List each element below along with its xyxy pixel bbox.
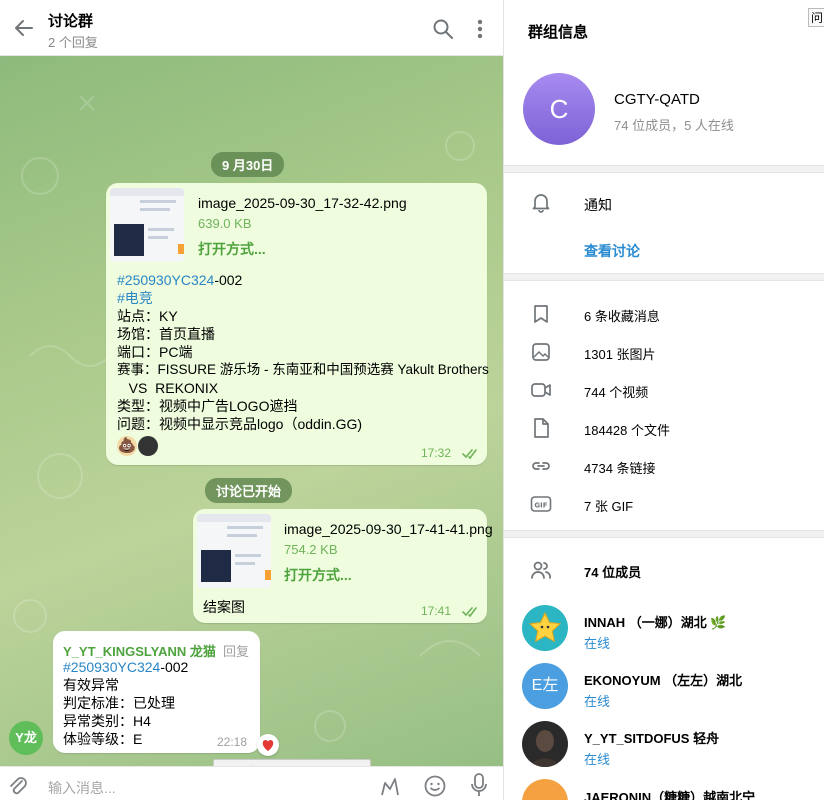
microphone-icon[interactable] [469, 772, 489, 798]
message-bubble-1[interactable]: image_2025-09-30_17-32-42.png 639.0 KB 打… [106, 183, 489, 465]
photo-icon [532, 343, 550, 361]
message-line: 体验等级：E [63, 731, 143, 747]
group-name: CGTY-QATD [614, 91, 700, 108]
chat-header: 讨论群 2 个回复 [0, 0, 503, 56]
members-icon [531, 561, 551, 579]
chat-subtitle: 2 个回复 [48, 35, 98, 50]
message-line: 问题：视频中显示竞品logo（oddin.GG) [117, 416, 363, 432]
message-line: VS REKONIX [117, 380, 219, 396]
video-icon [531, 383, 551, 397]
reaction-emoji[interactable]: 💩 [117, 436, 137, 456]
file-icon [534, 418, 549, 438]
member-status: 在线 [584, 694, 611, 709]
member-avatar-photo[interactable] [522, 721, 568, 767]
search-icon[interactable] [432, 18, 454, 40]
notifications-toggle[interactable]: 通知 [584, 195, 612, 215]
message-time: 17:41 [421, 604, 452, 618]
bot-command-icon[interactable] [378, 773, 402, 799]
member-name[interactable]: INNAH （一娜）湖北 🌿 [584, 612, 727, 631]
hashtag-link[interactable]: #250930YC324 [63, 659, 160, 675]
member-status: 在线 [584, 636, 611, 651]
read-ticks-icon [462, 449, 477, 460]
members-count-label: 74 位成员 [584, 565, 642, 580]
section-divider [504, 165, 824, 173]
photos-row[interactable]: 1301 张图片 [584, 344, 656, 363]
message-line: 类型：视频中广告LOGO遮挡 [117, 398, 298, 414]
link-icon [532, 462, 550, 470]
member-avatar[interactable]: E左 [522, 663, 568, 709]
group-info-pane: 群组信息 问 C CGTY-QATD 74 位成员，5 人在线 通知 查看讨论 … [503, 0, 824, 800]
chat-pane: 讨论群 2 个回复 9 月30日 image_2025-09-30_17-32-… [0, 0, 503, 800]
more-vertical-icon[interactable] [470, 17, 490, 41]
bookmark-icon [534, 305, 548, 323]
message-line: 端口：PC端 [117, 344, 193, 360]
file-name: image_2025-09-30_17-41-41.png [284, 521, 493, 537]
message-line: 赛事：FISSURE 游乐场 - 东南亚和中国预选赛 Yakult Brothe… [117, 362, 489, 377]
reply-label[interactable]: 回复 [223, 641, 249, 660]
emoji-icon[interactable] [423, 774, 447, 798]
discussion-started-pill: 讨论已开始 [205, 478, 293, 503]
member-avatar[interactable] [522, 779, 568, 800]
sender-avatar[interactable]: Y龙 [9, 721, 43, 755]
person-photo-icon [528, 730, 562, 767]
videos-row[interactable]: 744 个视频 [584, 382, 648, 401]
message-line: 异常类别：H4 [63, 713, 151, 729]
message-line: 场馆：首页直播 [117, 326, 215, 342]
paperclip-icon[interactable] [8, 775, 28, 797]
file-name: image_2025-09-30_17-32-42.png [198, 195, 407, 211]
bell-icon [532, 194, 550, 213]
section-divider [504, 530, 824, 538]
corner-tooltip: 问 [808, 8, 824, 27]
chat-title: 讨论群 [48, 13, 94, 30]
back-arrow-icon[interactable] [12, 16, 36, 40]
tag-suffix: -002 [160, 659, 189, 675]
member-name[interactable]: EKONOYUM （左左）湖北 [584, 670, 742, 689]
message-bubble-3[interactable]: Y_YT_KINGSLYANN 龙猫 回复 #250930YC324-002 有… [53, 631, 260, 753]
message-bubble-2[interactable]: image_2025-09-30_17-41-41.png 754.2 KB 打… [193, 509, 493, 623]
gif-icon: GIF [530, 496, 552, 512]
file-size: 639.0 KB [198, 216, 252, 231]
message-time: 22:18 [217, 735, 248, 749]
svg-text:GIF: GIF [534, 502, 547, 510]
member-name[interactable]: JAERONIN（糖糖）越南北宁 [584, 787, 755, 800]
message-time: 17:32 [421, 446, 452, 460]
reactor-avatar [138, 436, 158, 456]
hashtag-link[interactable]: #250930YC324 [117, 272, 214, 288]
view-discussion-link[interactable]: 查看讨论 [584, 241, 640, 261]
message-input[interactable]: 输入消息... [48, 778, 116, 798]
star-icon [528, 611, 562, 643]
open-with-link[interactable]: 打开方式... [198, 239, 266, 259]
group-member-count: 74 位成员，5 人在线 [614, 118, 734, 133]
gifs-row[interactable]: 7 张 GIF [584, 496, 633, 515]
info-title: 群组信息 [528, 24, 589, 41]
message-caption: 结案图 [203, 599, 245, 615]
tag-suffix: -002 [214, 272, 243, 288]
member-status: 在线 [584, 752, 611, 767]
hashtag-link[interactable]: #电竞 [117, 289, 153, 307]
saved-messages-row[interactable]: 6 条收藏消息 [584, 306, 660, 325]
date-pill: 9 月30日 [211, 152, 285, 177]
group-avatar[interactable]: C [523, 73, 595, 145]
message-tag-line: #250930YC324-002 [63, 658, 188, 676]
member-avatar-star[interactable] [522, 605, 568, 651]
message-line: 有效异常 [63, 677, 119, 693]
file-thumbnail[interactable] [197, 514, 271, 588]
message-line: 站点：KY [117, 308, 178, 324]
file-thumbnail[interactable] [110, 188, 184, 262]
heart-reaction-icon[interactable] [257, 734, 279, 756]
read-ticks-icon [462, 607, 477, 618]
message-tag-line: #250930YC324-002 [117, 271, 242, 289]
member-name[interactable]: Y_YT_SITDOFUS 轻舟 [584, 728, 719, 747]
links-row[interactable]: 4734 条链接 [584, 458, 656, 477]
open-with-link[interactable]: 打开方式... [284, 565, 352, 585]
files-row[interactable]: 184428 个文件 [584, 420, 670, 439]
section-divider [504, 273, 824, 281]
file-size: 754.2 KB [284, 542, 338, 557]
message-line: 判定标准：已处理 [63, 695, 175, 711]
message-composer: 输入消息... [0, 766, 503, 800]
